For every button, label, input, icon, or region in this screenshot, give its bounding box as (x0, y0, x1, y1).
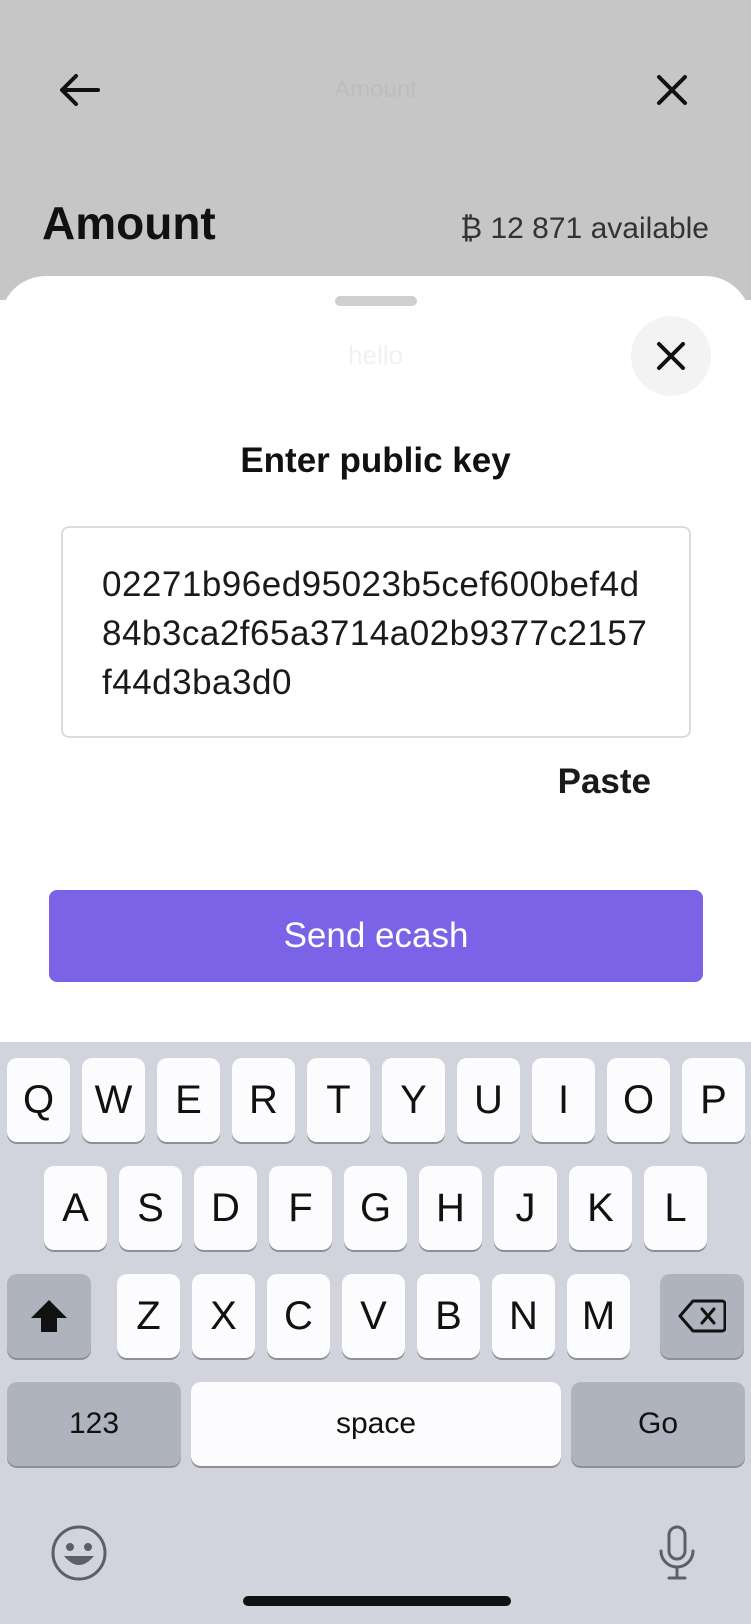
amount-title: Amount (42, 197, 216, 249)
key-d[interactable]: D (194, 1166, 257, 1250)
key-y[interactable]: Y (382, 1058, 445, 1142)
shift-key[interactable] (7, 1274, 91, 1358)
go-key[interactable]: Go (571, 1382, 745, 1466)
key-a[interactable]: A (44, 1166, 107, 1250)
send-ecash-button[interactable]: Send ecash (49, 890, 703, 982)
close-icon (657, 342, 685, 370)
key-t[interactable]: T (307, 1058, 370, 1142)
key-z[interactable]: Z (117, 1274, 180, 1358)
amount-screen-backdrop: Amount Amount ₿ 12 871 available (0, 0, 751, 300)
emoji-button[interactable] (44, 1518, 114, 1588)
keyboard: Q W E R T Y U I O P A S D F G H J K L Z … (0, 1042, 751, 1624)
close-icon (657, 75, 687, 105)
key-e[interactable]: E (157, 1058, 220, 1142)
backspace-icon (678, 1299, 726, 1333)
key-j[interactable]: J (494, 1166, 557, 1250)
sheet-grabber[interactable] (335, 296, 417, 306)
public-key-input[interactable]: 02271b96ed95023b5cef600bef4d84b3ca2f65a3… (61, 526, 691, 738)
home-indicator (243, 1596, 511, 1606)
key-p[interactable]: P (682, 1058, 745, 1142)
key-k[interactable]: K (569, 1166, 632, 1250)
emoji-icon (51, 1525, 107, 1581)
key-q[interactable]: Q (7, 1058, 70, 1142)
key-x[interactable]: X (192, 1274, 255, 1358)
key-c[interactable]: C (267, 1274, 330, 1358)
close-button[interactable] (644, 62, 700, 118)
paste-button[interactable]: Paste (558, 762, 651, 802)
key-i[interactable]: I (532, 1058, 595, 1142)
key-h[interactable]: H (419, 1166, 482, 1250)
key-g[interactable]: G (344, 1166, 407, 1250)
key-m[interactable]: M (567, 1274, 630, 1358)
microphone-icon (659, 1525, 695, 1580)
key-r[interactable]: R (232, 1058, 295, 1142)
backspace-key[interactable] (660, 1274, 744, 1358)
key-o[interactable]: O (607, 1058, 670, 1142)
key-l[interactable]: L (644, 1166, 707, 1250)
screen-title: Amount (334, 76, 417, 103)
sheet-close-button[interactable] (631, 316, 711, 396)
microphone-button[interactable] (642, 1518, 712, 1588)
numbers-key[interactable]: 123 (7, 1382, 181, 1466)
available-balance: ₿ 12 871 available (459, 212, 709, 245)
key-f[interactable]: F (269, 1166, 332, 1250)
key-u[interactable]: U (457, 1058, 520, 1142)
key-n[interactable]: N (492, 1274, 555, 1358)
shift-icon (31, 1300, 67, 1332)
key-s[interactable]: S (119, 1166, 182, 1250)
key-w[interactable]: W (82, 1058, 145, 1142)
key-b[interactable]: B (417, 1274, 480, 1358)
sheet-heading: Enter public key (240, 441, 511, 480)
key-v[interactable]: V (342, 1274, 405, 1358)
space-key[interactable]: space (191, 1382, 561, 1466)
